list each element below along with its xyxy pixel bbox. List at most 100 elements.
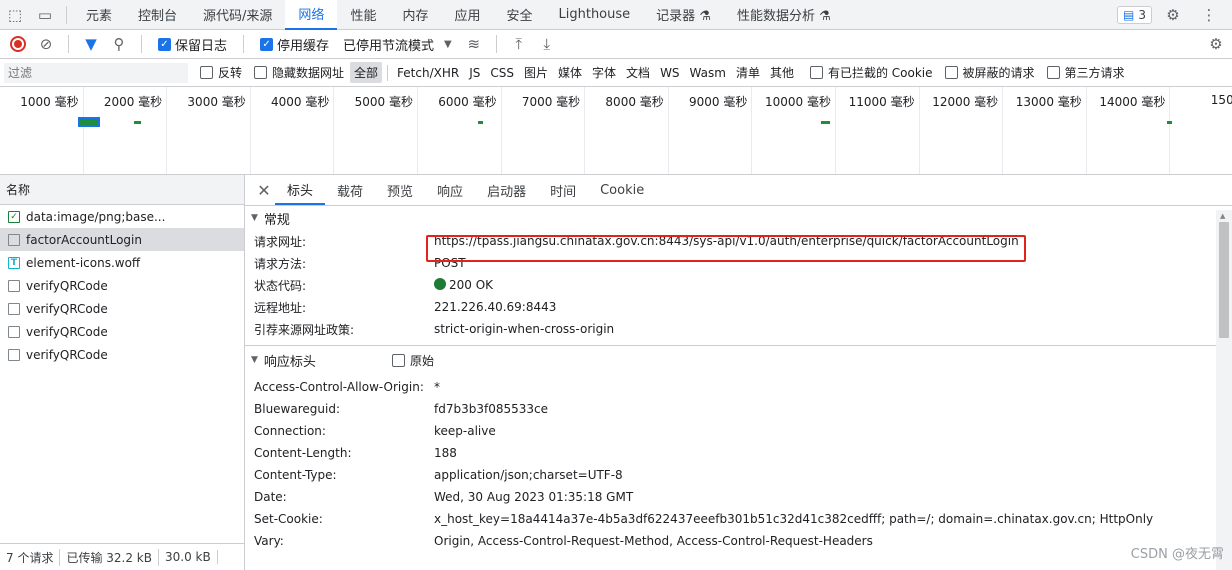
header-value: strict-origin-when-cross-origin: [434, 322, 614, 336]
resource-type-filters: 全部 Fetch/XHR JS CSS 图片 媒体 字体 文档 WS Wasm 清单 其他: [350, 62, 798, 83]
blocked-cookies-checkbox[interactable]: 有已拦截的 Cookie: [809, 64, 933, 81]
filter-type-7[interactable]: 文档: [622, 62, 654, 83]
filter-type-6[interactable]: 字体: [588, 62, 620, 83]
invert-checkbox[interactable]: 反转: [200, 64, 242, 81]
response-headers-section-header[interactable]: ▼ 响应标头 原始: [245, 348, 1232, 372]
export-har-icon[interactable]: ⤓: [535, 32, 559, 56]
details-scrollbar[interactable]: ▲: [1216, 210, 1232, 570]
search-button[interactable]: ⚲: [107, 32, 131, 56]
main-tabs: 元素 控制台 源代码/来源 网络 性能 内存 应用 安全 Lighthouse 记录器 ⚗ 性能数据…: [73, 0, 844, 30]
general-section-title: 常规: [263, 212, 290, 228]
request-row[interactable]: Telement-icons.woff: [0, 251, 244, 274]
timeline-tick-label: 6000 毫秒: [438, 95, 497, 109]
tab-0[interactable]: 元素: [73, 0, 125, 30]
transferred-size: 已传输 32.2 kB: [60, 548, 159, 566]
header-value: Wed, 30 Aug 2023 01:35:18 GMT: [434, 490, 634, 504]
inspect-element-icon[interactable]: ⬚: [0, 0, 30, 30]
filter-type-3[interactable]: CSS: [486, 64, 518, 82]
request-row[interactable]: verifyQRCode: [0, 320, 244, 343]
divider: [243, 35, 245, 53]
tab-8[interactable]: Lighthouse: [546, 0, 644, 30]
disable-cache-checkbox[interactable]: ✓ 停用缓存: [260, 35, 329, 54]
tab-9[interactable]: 记录器 ⚗: [643, 0, 724, 30]
network-conditions-icon[interactable]: ≋: [462, 32, 486, 56]
response-headers-title: 响应标头: [263, 354, 316, 370]
request-row[interactable]: verifyQRCode: [0, 297, 244, 320]
details-tab-0[interactable]: 标头: [275, 175, 326, 205]
timeline-tick: 12000 毫秒: [920, 87, 1004, 174]
general-row: 引荐来源网址政策: strict-origin-when-cross-origin: [245, 318, 1232, 340]
device-toolbar-icon[interactable]: ▭: [30, 0, 60, 30]
tab-6[interactable]: 应用: [441, 0, 493, 30]
timeline-tick-label: 15000: [1210, 93, 1232, 107]
preserve-log-checkbox[interactable]: ✓ 保留日志: [158, 35, 227, 54]
filter-type-8[interactable]: WS: [656, 64, 683, 82]
response-header-row: Bluewareguid: fd7b3b3f085533ce: [245, 398, 1232, 420]
clear-button[interactable]: ⊘: [34, 32, 58, 56]
response-header-row: Set-Cookie: x_host_key=18a4414a37e-4b5a3d…: [245, 508, 1232, 530]
more-options-icon[interactable]: ⋮: [1194, 0, 1224, 30]
tab-4[interactable]: 性能: [337, 0, 389, 30]
details-tab-3[interactable]: 响应: [425, 175, 475, 205]
resources-size: 30.0 kB: [159, 550, 218, 564]
response-header-row: Access-Control-Allow-Origin: *: [245, 376, 1232, 398]
filter-input[interactable]: [4, 62, 188, 83]
general-row: 状态代码: 200 OK: [245, 274, 1232, 296]
tab-10[interactable]: 性能数据分析 ⚗: [724, 0, 844, 30]
overview-request-bar: [821, 121, 830, 124]
devtools-tabbar: ⬚ ▭ 元素 控制台 源代码/来源 网络 性能 内存 应用 安全 Lighthouse 记录器 ⚗…: [0, 0, 1232, 30]
scroll-up-icon[interactable]: ▲: [1220, 212, 1225, 220]
tabbar-right: ▤ 3 ⚙ ⋮: [1117, 0, 1232, 30]
close-icon[interactable]: ✕: [253, 175, 275, 205]
filter-type-2[interactable]: JS: [465, 64, 484, 82]
throttling-select[interactable]: 已停用节流模式: [343, 35, 434, 54]
network-overview-timeline[interactable]: 15000 14000 毫秒 13000 毫秒 12000 毫秒 11000 毫秒 100…: [0, 87, 1232, 175]
third-party-checkbox[interactable]: 第三方请求: [1046, 64, 1125, 81]
request-name: verifyQRCode: [26, 347, 108, 362]
timeline-tick-label: 9000 毫秒: [689, 95, 748, 109]
issues-button[interactable]: ▤ 3: [1117, 5, 1152, 24]
filter-type-11[interactable]: 其他: [766, 62, 798, 83]
filter-type-0[interactable]: 全部: [350, 62, 383, 83]
document-file-icon: [8, 348, 20, 361]
filter-bar: 反转 隐藏数据网址 全部 Fetch/XHRJSCSS图片媒体字体文档WSWasm…: [0, 59, 1232, 87]
filter-type-1[interactable]: Fetch/XHR: [393, 64, 463, 82]
divider: [387, 64, 389, 81]
highlight-annotation-box: [426, 235, 1026, 262]
request-row[interactable]: verifyQRCode: [0, 274, 244, 297]
details-tab-4[interactable]: 启动器: [475, 175, 538, 205]
record-button[interactable]: [6, 32, 30, 56]
details-tab-1[interactable]: 载荷: [325, 175, 375, 205]
tab-5[interactable]: 内存: [389, 0, 441, 30]
tab-1[interactable]: 控制台: [125, 0, 190, 30]
hide-data-urls-checkbox[interactable]: 隐藏数据网址: [254, 64, 344, 81]
timeline-tick: 10000 毫秒: [752, 87, 836, 174]
filter-type-4[interactable]: 图片: [520, 62, 552, 83]
tab-2[interactable]: 源代码/来源: [190, 0, 285, 30]
filter-type-10[interactable]: 清单: [732, 62, 764, 83]
tab-3[interactable]: 网络: [285, 0, 338, 30]
details-tab-6[interactable]: Cookie: [588, 175, 656, 205]
network-settings-icon[interactable]: ⚙: [1208, 32, 1232, 56]
request-row[interactable]: factorAccountLogin: [0, 228, 244, 251]
filter-type-9[interactable]: Wasm: [686, 64, 730, 82]
raw-checkbox[interactable]: 原始: [391, 352, 434, 369]
timeline-tick: 8000 毫秒: [585, 87, 669, 174]
scrollbar-thumb[interactable]: [1219, 222, 1229, 338]
tab-7[interactable]: 安全: [493, 0, 545, 30]
chevron-down-icon[interactable]: ▼: [444, 39, 452, 50]
header-key: Bluewareguid:: [254, 402, 340, 416]
timeline-tick: 7000 毫秒: [502, 87, 586, 174]
request-row[interactable]: ✓ data:image/png;base...: [0, 205, 244, 228]
request-row[interactable]: verifyQRCode: [0, 343, 244, 366]
import-har-icon[interactable]: ⤒: [507, 32, 531, 56]
settings-icon[interactable]: ⚙: [1158, 0, 1188, 30]
name-column-header[interactable]: 名称: [0, 175, 244, 205]
details-tab-2[interactable]: 预览: [375, 175, 425, 205]
details-tab-5[interactable]: 时间: [538, 175, 588, 205]
record-icon: [10, 36, 26, 52]
general-section-header[interactable]: ▼ 常规: [245, 206, 1232, 230]
filter-type-5[interactable]: 媒体: [554, 62, 586, 83]
filter-button[interactable]: ▼: [79, 32, 103, 56]
blocked-requests-checkbox[interactable]: 被屏蔽的请求: [944, 64, 1035, 81]
